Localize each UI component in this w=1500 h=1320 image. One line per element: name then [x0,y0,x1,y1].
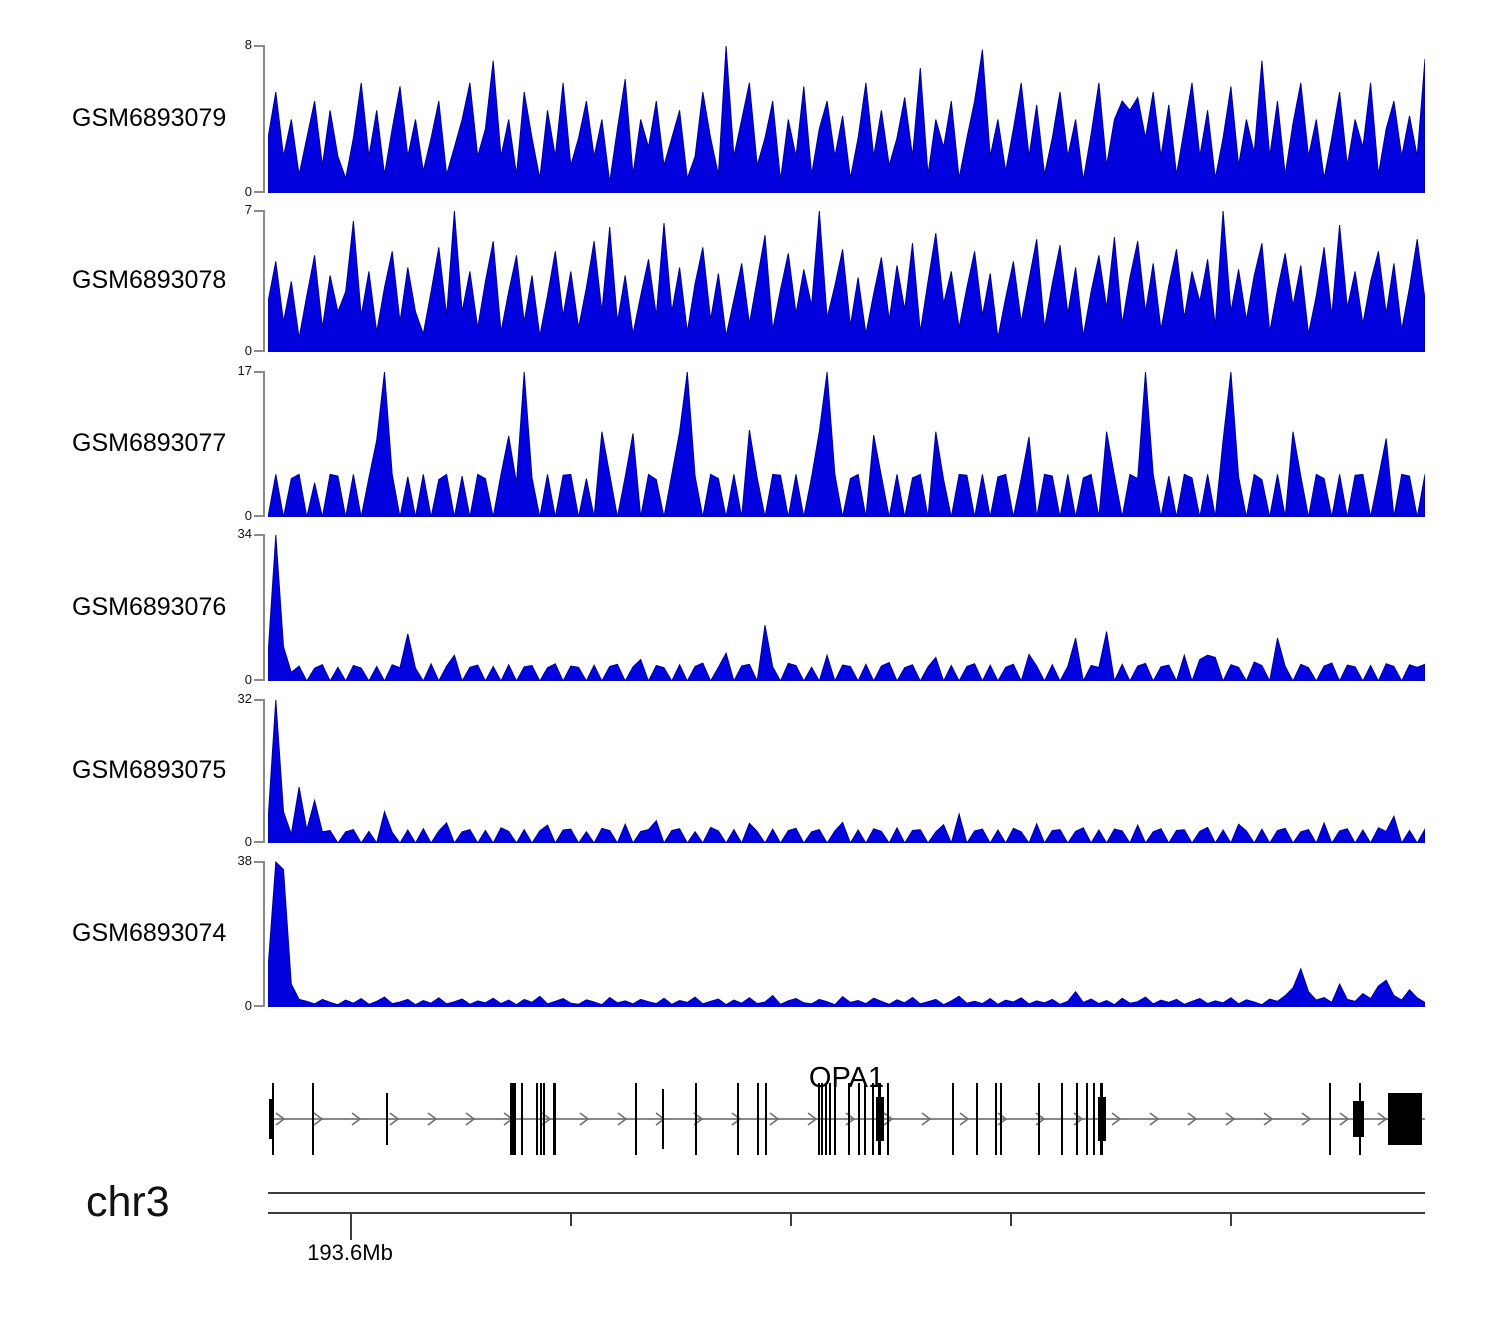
chromosome-label: chr3 [86,1178,170,1227]
exon-box [1093,1083,1095,1155]
genome-axis-tick [350,1214,352,1240]
exon-box [1000,1083,1002,1155]
y-axis-tick [254,515,263,517]
exon-box [662,1089,664,1149]
coverage-track-row: GSM689307980 [0,45,1500,193]
y-axis-zero-label: 0 [218,999,252,1013]
exon-box [887,1083,889,1155]
y-axis-tick [254,1005,263,1007]
exon-box [995,1083,997,1155]
y-axis-line [263,534,265,681]
coverage-track-row: GSM689307870 [0,210,1500,352]
exon-box [878,1083,881,1155]
gene-model-track [268,1077,1425,1162]
exon-box [765,1083,767,1155]
y-axis-line [263,861,265,1007]
exon-box [872,1083,874,1155]
exon-box [553,1083,556,1155]
exon-box [1076,1083,1078,1155]
track-sample-label: GSM6893078 [72,266,247,295]
exon-box [312,1083,314,1155]
y-axis-zero-label: 0 [218,509,252,523]
y-axis-max-label: 8 [218,38,252,52]
exon-box [858,1083,860,1155]
y-axis-tick [254,699,263,701]
track-sample-label: GSM6893079 [72,104,247,133]
exon-box [269,1099,274,1139]
coverage-track-row: GSM6893077170 [0,371,1500,517]
coverage-signal [268,534,1425,681]
coverage-track-row: GSM6893075320 [0,699,1500,843]
exon-box [825,1083,827,1155]
exon-box [1061,1083,1063,1155]
exon-box [976,1083,978,1155]
exon-box [635,1083,637,1155]
y-axis-tick [254,861,263,863]
exon-box [521,1083,523,1155]
y-axis-line [263,699,265,843]
y-axis-line [263,45,265,193]
y-axis-tick [254,350,263,352]
genome-axis-tick [790,1214,792,1226]
exon-box [818,1083,820,1155]
coverage-signal [268,699,1425,843]
y-axis-zero-label: 0 [218,835,252,849]
y-axis-line [263,210,265,352]
y-axis-max-label: 32 [218,692,252,706]
y-axis-zero-label: 0 [218,344,252,358]
axis-divider-line [268,1192,1425,1194]
exon-box [864,1083,866,1155]
coverage-track-row: GSM6893074380 [0,861,1500,1007]
y-axis-max-label: 38 [218,854,252,868]
y-axis-tick [254,210,263,212]
track-sample-label: GSM6893075 [72,756,247,785]
y-axis-max-label: 17 [218,364,252,378]
genome-axis-tick [1230,1214,1232,1226]
y-axis-max-label: 7 [218,203,252,217]
exon-box [737,1083,739,1155]
y-axis-zero-label: 0 [218,185,252,199]
exon-box [829,1083,831,1155]
y-axis-tick [254,534,263,536]
y-axis-max-label: 34 [218,527,252,541]
exon-box [386,1093,388,1145]
exon-box [834,1083,836,1155]
y-axis-tick [254,841,263,843]
coverage-signal [268,210,1425,352]
axis-tick-label: 193.6Mb [280,1240,420,1266]
exon-box [510,1083,516,1155]
exon-box [695,1083,697,1155]
exon-box [1359,1083,1361,1155]
exon-box [1388,1093,1422,1145]
coverage-signal [268,861,1425,1007]
exon-box [1038,1083,1040,1155]
exon-box [1329,1083,1331,1155]
coverage-track-row: GSM6893076340 [0,534,1500,681]
exon-box [1086,1083,1088,1155]
y-axis-tick [254,191,263,193]
exon-box [1100,1083,1103,1155]
coverage-signal [268,371,1425,517]
exon-box [536,1083,538,1155]
exon-box [757,1083,759,1155]
exon-box [848,1083,850,1155]
y-axis-tick [254,45,263,47]
y-axis-tick [254,679,263,681]
track-sample-label: GSM6893077 [72,429,247,458]
coverage-signal [268,45,1425,193]
y-axis-zero-label: 0 [218,673,252,687]
genome-axis-tick [570,1214,572,1226]
track-sample-label: GSM6893074 [72,919,247,948]
exon-box [543,1083,545,1155]
track-sample-label: GSM6893076 [72,593,247,622]
exon-box [821,1083,823,1155]
genome-axis-tick [1010,1214,1012,1226]
y-axis-tick [254,371,263,373]
exon-box [540,1083,542,1155]
y-axis-line [263,371,265,517]
exon-box [952,1083,954,1155]
genome-axis-line [268,1212,1425,1214]
exon-box [1353,1101,1364,1137]
